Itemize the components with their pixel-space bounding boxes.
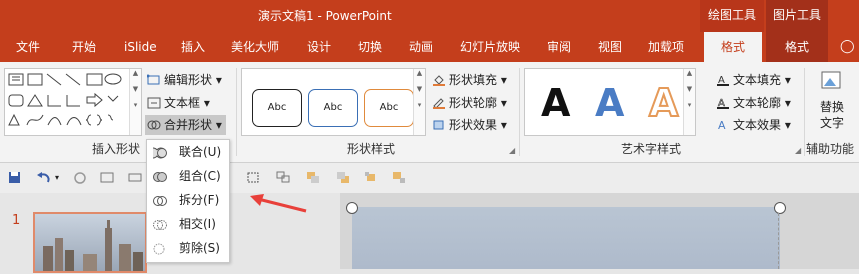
fragment-icon <box>153 193 167 207</box>
resize-handle[interactable] <box>346 202 358 214</box>
bring-forward-icon[interactable] <box>306 171 319 184</box>
tab-addins[interactable]: 加载项 <box>648 32 684 62</box>
wordart-launcher-icon[interactable]: ◢ <box>795 146 801 155</box>
ribbon: ▲ ▼ ▾ 编辑形状 ▾ 文本框 ▾ 合并形状 ▾ 插入形状 Abc Abc Abc… <box>0 62 859 163</box>
shape-style-orange[interactable]: Abc <box>364 89 414 127</box>
tab-view[interactable]: 视图 <box>598 32 622 62</box>
tab-file[interactable]: 文件 <box>16 32 40 62</box>
text-effects-button[interactable]: A 文本效果 ▾ <box>716 115 791 135</box>
wordart-group-label: 艺术字样式 <box>621 142 682 156</box>
tab-islide[interactable]: iSlide <box>124 32 157 62</box>
edit-shape-button[interactable]: 编辑形状 ▾ <box>146 70 222 90</box>
ribbon-tab-bar: 文件 开始 iSlide 插入 美化大师 设计 切换 动画 幻灯片放映 审阅 视… <box>0 32 859 62</box>
shape-style-dark[interactable]: Abc <box>252 89 302 127</box>
merge-intersect-item[interactable]: 相交(I) <box>147 213 229 235</box>
bring-to-front-icon[interactable] <box>364 171 377 184</box>
merge-shapes-icon <box>147 117 161 130</box>
tab-transitions[interactable]: 切换 <box>358 32 382 62</box>
merge-subtract-item[interactable]: 剪除(S) <box>147 237 229 259</box>
shape-styles-launcher-icon[interactable]: ◢ <box>509 146 515 155</box>
undo-dropdown-icon[interactable]: ▾ <box>55 173 68 186</box>
shapes-gallery-scroll[interactable]: ▲ ▼ ▾ <box>129 69 141 135</box>
merge-shapes-menu: 联合(U) 组合(C) 拆分(F) 相交(I) 剪除(S) <box>146 139 230 263</box>
wordart-gallery-scroll[interactable]: ▲ ▼ ▾ <box>683 69 695 135</box>
slide-editing-canvas[interactable] <box>340 193 859 269</box>
accessibility-group-label: 辅助功能 <box>806 142 855 156</box>
tab-slideshow[interactable]: 幻灯片放映 <box>460 32 520 62</box>
text-fill-button[interactable]: A 文本填充 ▾ <box>716 70 791 90</box>
merge-shapes-button[interactable]: 合并形状 ▾ <box>145 115 226 135</box>
intersect-icon <box>153 217 167 231</box>
merge-combine-item[interactable]: 组合(C) <box>147 165 229 187</box>
svg-text:A: A <box>718 119 726 131</box>
union-icon <box>147 145 167 159</box>
customize-icon[interactable] <box>128 171 142 184</box>
paint-bucket-icon <box>432 72 446 86</box>
send-backward-icon[interactable] <box>336 171 349 184</box>
shape-styles-gallery[interactable]: Abc Abc Abc ▲ ▼ ▾ <box>241 68 426 136</box>
pencil-icon <box>432 95 446 109</box>
text-effects-icon: A <box>716 117 730 132</box>
send-to-back-icon[interactable] <box>392 171 405 184</box>
group-objects-icon[interactable] <box>276 171 290 184</box>
shape-outline-button[interactable]: 形状轮廓 ▾ <box>432 93 507 113</box>
tab-design[interactable]: 设计 <box>307 32 331 62</box>
wordart-style-black[interactable]: A <box>541 81 570 125</box>
slide-thumbnail[interactable] <box>33 212 147 273</box>
context-tab-drawing-tools: 绘图工具 <box>700 0 764 32</box>
redo-icon[interactable] <box>74 171 87 184</box>
slide-number: 1 <box>12 213 21 228</box>
annotation-arrow-icon <box>250 194 307 213</box>
shape-styles-scroll[interactable]: ▲ ▼ ▾ <box>413 69 425 135</box>
resize-handle[interactable] <box>774 202 786 214</box>
group-separator <box>804 68 805 156</box>
merge-union-item[interactable]: 联合(U) <box>147 141 229 163</box>
select-icon[interactable] <box>246 171 259 184</box>
shapes-gallery[interactable]: ▲ ▼ ▾ <box>4 68 142 136</box>
group-separator <box>236 68 237 156</box>
city-skyline-image <box>43 220 143 271</box>
insert-shapes-group-label: 插入形状 <box>92 142 141 156</box>
quick-access-toolbar: ▾ <box>0 163 859 193</box>
tab-format-picture[interactable]: 格式 <box>766 32 828 62</box>
shape-effects-button[interactable]: 形状效果 ▾ <box>432 115 507 135</box>
shape-fill-button[interactable]: 形状填充 ▾ <box>432 70 507 90</box>
save-icon[interactable] <box>8 171 21 184</box>
alt-text-button[interactable]: 替换 文字 <box>812 70 852 132</box>
combine-icon <box>153 169 167 183</box>
wordart-gallery[interactable]: A A A ▲ ▼ ▾ <box>524 68 696 136</box>
group-separator <box>519 68 520 156</box>
shape-effects-icon <box>432 117 446 130</box>
tab-format-drawing[interactable]: 格式 <box>704 32 762 62</box>
guide-line <box>778 213 779 269</box>
text-fill-icon: A <box>716 72 730 86</box>
more-icon[interactable]: ◯ <box>840 32 855 62</box>
window-title: 演示文稿1 - PowerPoint <box>258 9 392 23</box>
tab-review[interactable]: 审阅 <box>547 32 571 62</box>
selected-picture[interactable] <box>352 207 780 269</box>
wordart-style-blue[interactable]: A <box>595 81 624 125</box>
shape-style-blue[interactable]: Abc <box>308 89 358 127</box>
subtract-icon <box>153 241 167 255</box>
title-bar: 演示文稿1 - PowerPoint 绘图工具 图片工具 <box>0 0 859 32</box>
undo-icon[interactable] <box>36 171 50 184</box>
tab-meihua[interactable]: 美化大师 <box>231 32 279 62</box>
shape-styles-group-label: 形状样式 <box>347 142 396 156</box>
start-from-beginning-icon[interactable] <box>100 171 114 184</box>
text-box-button[interactable]: 文本框 ▾ <box>147 93 210 113</box>
text-outline-icon: A <box>716 95 730 109</box>
merge-fragment-item[interactable]: 拆分(F) <box>147 189 229 211</box>
text-box-icon <box>147 95 161 109</box>
tab-animations[interactable]: 动画 <box>409 32 433 62</box>
wordart-style-orange-outline[interactable]: A <box>648 80 679 126</box>
shape-thumbnails-icon <box>8 73 122 126</box>
text-outline-button[interactable]: A 文本轮廓 ▾ <box>716 93 791 113</box>
context-tab-picture-tools: 图片工具 <box>766 0 828 32</box>
alt-text-icon <box>820 70 844 92</box>
tab-insert[interactable]: 插入 <box>181 32 205 62</box>
tab-home[interactable]: 开始 <box>72 32 96 62</box>
edit-shape-icon <box>146 72 161 85</box>
